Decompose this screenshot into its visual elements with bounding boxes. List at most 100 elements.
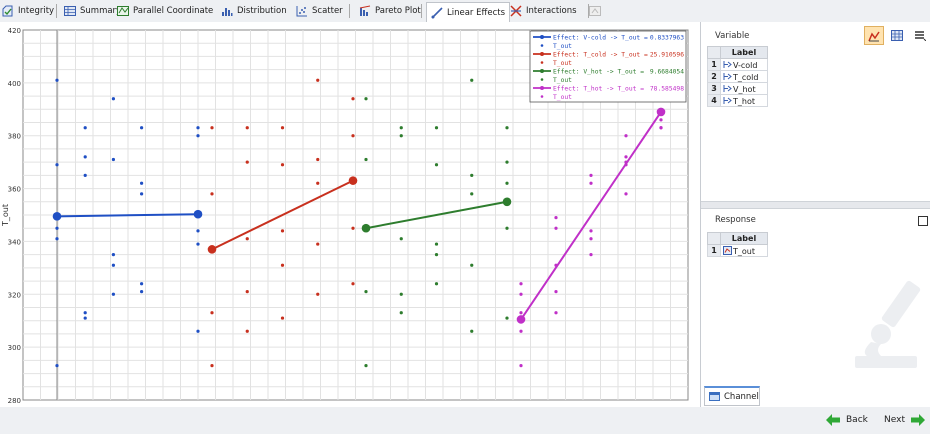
tab-parallel-coordinate[interactable]: Parallel Coordinate: [117, 2, 213, 20]
scatter-icon: [296, 6, 307, 17]
data-point: [245, 329, 249, 333]
tab-integrity[interactable]: Integrity: [2, 2, 54, 20]
data-point: [55, 237, 59, 241]
row-label-cell[interactable]: T_cold: [720, 70, 768, 83]
effect-endpoint[interactable]: [502, 197, 512, 207]
legend-effect-label: Effect: T_hot -> T_out = 78.585498: [553, 86, 684, 93]
data-point: [519, 282, 523, 286]
data-point: [280, 126, 285, 130]
legend-marker: [540, 35, 544, 39]
maximize-button[interactable]: [914, 212, 930, 230]
data-point: [554, 216, 558, 220]
y-tick-label: 340: [8, 238, 21, 246]
row-label-cell[interactable]: T_out: [720, 244, 768, 257]
data-point: [351, 97, 355, 101]
data-point: [280, 316, 285, 320]
row-number: 4: [707, 94, 721, 107]
data-point: [351, 282, 355, 286]
data-point: [364, 364, 368, 368]
response-table-header: Label: [720, 232, 768, 245]
variable-icon: [723, 84, 732, 92]
tab-pareto-plot[interactable]: Pareto Plot: [359, 2, 421, 20]
effect-plot-button[interactable]: [864, 26, 884, 45]
data-point: [364, 290, 368, 294]
tab-label: Linear Effects: [447, 7, 506, 18]
row-number: 2: [707, 70, 721, 83]
summary-icon: [64, 6, 76, 16]
data-point: [470, 263, 474, 267]
data-point: [505, 126, 509, 130]
data-point: [505, 160, 509, 164]
table-row[interactable]: 1 T_out: [707, 244, 768, 257]
effect-endpoint[interactable]: [52, 212, 62, 221]
microscope-watermark-icon: [855, 280, 921, 368]
tab-label: Summary: [80, 6, 122, 16]
data-point: [83, 126, 87, 130]
tab-scatter[interactable]: Scatter: [296, 2, 343, 20]
menu-button[interactable]: [911, 26, 929, 44]
legend-marker: [540, 52, 544, 56]
legend-point-swatch: [540, 78, 544, 81]
tab-distribution[interactable]: Distribution: [221, 2, 287, 20]
data-point: [316, 157, 320, 162]
data-point: [554, 226, 558, 230]
arrow-left-icon: [826, 414, 840, 426]
data-point: [470, 173, 474, 177]
effect-endpoint[interactable]: [656, 107, 666, 117]
data-point: [470, 329, 474, 333]
table-row[interactable]: 2 T_cold: [707, 70, 768, 83]
table-row[interactable]: 4 T_hot: [707, 94, 768, 107]
tab-linear-effects[interactable]: Linear Effects: [426, 2, 511, 22]
menu-icon: [915, 31, 926, 41]
data-point: [316, 181, 320, 185]
tab-interactions[interactable]: Interactions: [510, 2, 577, 20]
y-tick-label: 360: [8, 186, 21, 194]
data-point: [210, 311, 214, 315]
table-row[interactable]: 3 V_hot: [707, 82, 768, 95]
next-button[interactable]: Next: [884, 414, 925, 426]
panel-splitter[interactable]: [701, 201, 930, 209]
data-point: [399, 134, 403, 138]
back-button[interactable]: Back: [826, 414, 868, 426]
data-point: [140, 126, 144, 130]
tab-summary[interactable]: Summary: [64, 2, 121, 20]
channel-tab[interactable]: Channel: [704, 386, 760, 406]
tab-label: Integrity: [18, 6, 55, 16]
tab-bar: Integrity Summary Parallel Coordinate Distr…: [0, 0, 930, 23]
channel-icon: [709, 392, 720, 401]
tab-separator: [349, 4, 350, 18]
disabled-tab-icon: [589, 6, 601, 16]
effect-endpoint[interactable]: [207, 245, 217, 254]
data-point: [364, 157, 368, 162]
effect-endpoint[interactable]: [193, 209, 203, 219]
table-row[interactable]: 1 V-cold: [707, 58, 768, 71]
row-label-cell[interactable]: V_hot: [720, 82, 768, 95]
variable-icon: [723, 60, 732, 68]
effect-endpoint[interactable]: [361, 223, 371, 233]
legend-point-swatch: [540, 44, 544, 47]
tab-disabled[interactable]: [589, 2, 601, 20]
variable-table-header: Label: [720, 46, 768, 59]
data-point: [245, 237, 249, 241]
distribution-icon: [222, 8, 233, 16]
channel-tab-label: Channel: [724, 391, 759, 402]
data-point: [399, 311, 403, 315]
data-point: [316, 78, 320, 82]
table-view-button[interactable]: [888, 26, 906, 44]
data-point: [589, 237, 593, 241]
effect-endpoint[interactable]: [516, 315, 526, 324]
legend-points-label: T_out: [553, 60, 572, 67]
data-point: [280, 229, 285, 233]
row-label-cell[interactable]: T_hot: [720, 94, 768, 107]
variable-icon: [723, 96, 732, 104]
y-axis-label: T_out: [1, 204, 10, 227]
effect-endpoint[interactable]: [348, 176, 358, 185]
data-point: [140, 181, 144, 185]
variable-icon: [723, 72, 732, 80]
row-label-cell[interactable]: V-cold: [720, 58, 768, 71]
data-point: [351, 134, 355, 138]
response-panel-title: Response: [715, 215, 756, 225]
bottom-bar: Back Next: [0, 407, 930, 434]
data-point: [624, 192, 628, 196]
right-panel: Variable Label 1 V-cold 2 T_cold 3 V_hot 4 T_ho…: [700, 22, 930, 407]
